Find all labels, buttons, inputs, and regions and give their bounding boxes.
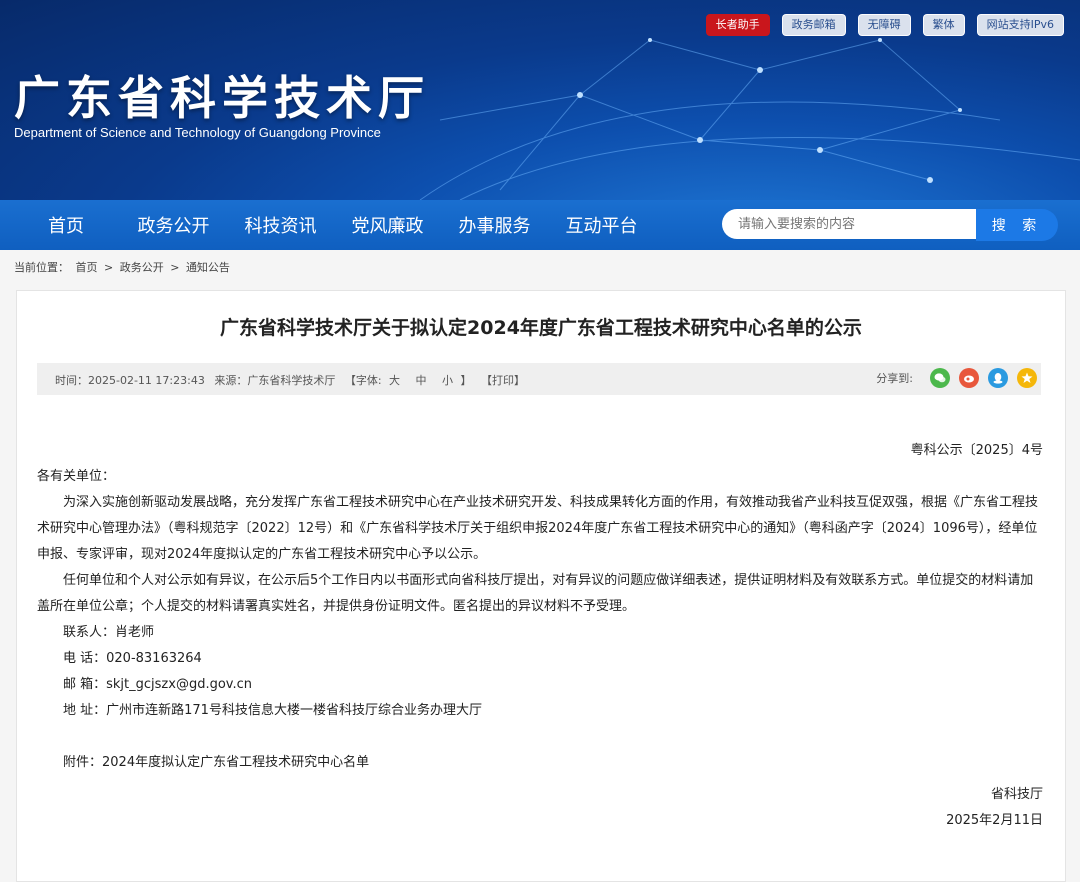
nav-services[interactable]: 办事服务	[441, 212, 548, 238]
share-label: 分享到:	[876, 372, 913, 385]
font-size-end: 】	[460, 374, 472, 387]
share-bar: 分享到:	[876, 368, 1037, 388]
salutation: 各有关单位：	[37, 469, 116, 484]
article-title: 广东省科学技术厅关于拟认定2024年度广东省工程技术研究中心名单的公示	[220, 317, 862, 339]
qq-share-icon[interactable]	[988, 368, 1008, 388]
article-meta-bar: 时间：2025-02-11 17:23:43 来源：广东省科学技术厅 【字体: …	[37, 363, 1041, 395]
search-input[interactable]	[722, 209, 976, 239]
breadcrumb-sep: >	[104, 261, 114, 274]
site-subtitle: Department of Science and Technology of …	[14, 125, 381, 140]
site-banner: 长者助手 政务邮箱 无障碍 繁体 网站支持IPv6 广东省科学技术厅 Depar…	[0, 0, 1080, 200]
article-source: 来源：广东省科学技术厅	[214, 374, 336, 387]
nav-interaction[interactable]: 互动平台	[548, 212, 655, 238]
gov-mail-link[interactable]: 政务邮箱	[781, 14, 846, 36]
contact-phone: 电 话：020-83163264	[63, 651, 202, 666]
search-button[interactable]: 搜 索	[976, 209, 1058, 241]
ipv6-link[interactable]: 网站支持IPv6	[976, 14, 1064, 36]
top-links: 长者助手 政务邮箱 无障碍 繁体 网站支持IPv6	[705, 14, 1064, 36]
main-nav: 首页 政务公开 科技资讯 党风廉政 办事服务 互动平台 搜 索	[0, 200, 1080, 250]
font-size-label: 【字体:	[344, 374, 382, 387]
font-medium-button[interactable]: 中	[416, 374, 427, 387]
accessibility-link[interactable]: 无障碍	[857, 14, 911, 36]
article-card: 广东省科学技术厅关于拟认定2024年度广东省工程技术研究中心名单的公示 时间：2…	[16, 290, 1066, 882]
breadcrumb-gov-affairs[interactable]: 政务公开	[120, 261, 164, 274]
print-button[interactable]: 【打印】	[481, 374, 525, 387]
nav-gov-affairs[interactable]: 政务公开	[120, 212, 227, 238]
traditional-chinese-link[interactable]: 繁体	[922, 14, 965, 36]
search-box: 搜 索	[722, 209, 1058, 241]
nav-party-integrity[interactable]: 党风廉政	[334, 212, 441, 238]
wechat-share-icon[interactable]	[930, 368, 950, 388]
publish-time: 时间：2025-02-11 17:23:43	[55, 374, 205, 387]
article-body: 粤科公示〔2025〕4号 各有关单位： 为深入实施创新驱动发展战略，充分发挥广东…	[37, 425, 1043, 834]
sign-date: 2025年2月11日	[946, 813, 1043, 828]
nav-tech-news[interactable]: 科技资讯	[227, 212, 334, 238]
breadcrumb-label: 当前位置：	[14, 261, 69, 274]
weibo-share-icon[interactable]	[959, 368, 979, 388]
signer: 省科技厅	[990, 787, 1043, 802]
paragraph-1: 为深入实施创新驱动发展战略，充分发挥广东省工程技术研究中心在产业技术研究开发、科…	[37, 495, 1039, 562]
breadcrumb: 当前位置： 首页 > 政务公开 > 通知公告	[0, 250, 1080, 284]
site-title[interactable]: 广东省科学技术厅	[14, 62, 430, 128]
attachment-link[interactable]: 附件：2024年度拟认定广东省工程技术研究中心名单	[37, 750, 1043, 776]
paragraph-2: 任何单位和个人对公示如有异议，在公示后5个工作日内以书面形式向省科技厅提出，对有…	[37, 573, 1034, 614]
nav-home[interactable]: 首页	[12, 212, 120, 238]
contact-address: 地 址：广州市连新路171号科技信息大楼一楼省科技厅综合业务办理大厅	[63, 703, 482, 718]
qzone-share-icon[interactable]	[1017, 368, 1037, 388]
contact-person: 联系人：肖老师	[63, 625, 155, 640]
font-small-button[interactable]: 小	[442, 374, 453, 387]
breadcrumb-notices[interactable]: 通知公告	[186, 261, 230, 274]
document-number: 粤科公示〔2025〕4号	[910, 443, 1043, 458]
breadcrumb-home[interactable]: 首页	[76, 261, 98, 274]
contact-email: 邮 箱：skjt_gcjszx@gd.gov.cn	[63, 677, 252, 692]
breadcrumb-sep: >	[170, 261, 180, 274]
font-large-button[interactable]: 大	[389, 374, 400, 387]
elder-assistant-link[interactable]: 长者助手	[705, 14, 770, 36]
